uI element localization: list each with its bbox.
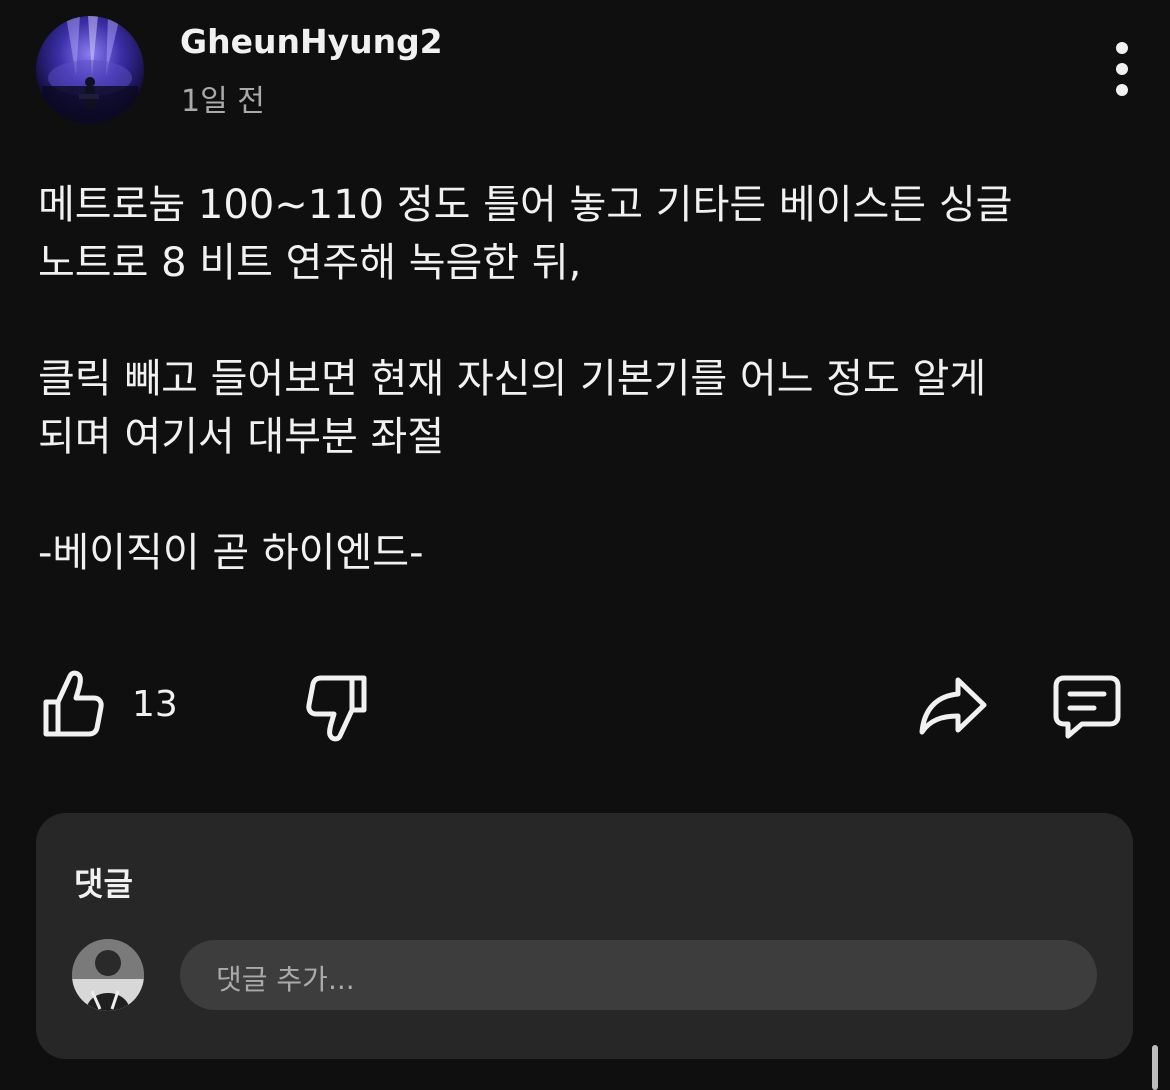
more-options-button[interactable] <box>1100 36 1144 102</box>
post-timestamp: 1일 전 <box>181 84 265 119</box>
comment-input[interactable]: 댓글 추가... <box>180 940 1097 1010</box>
comment-icon <box>1053 675 1121 739</box>
user-avatar <box>72 939 144 1011</box>
post-body-line: 메트로눔 100~110 정도 틀어 놓고 기타든 베이스든 싱글 <box>38 182 1013 228</box>
post-body-line: 클릭 빼고 들어보면 현재 자신의 기본기를 어느 정도 알게 <box>38 356 987 402</box>
post-body-line: -베이직이 곧 하이엔드- <box>38 530 424 576</box>
like-count: 13 <box>132 684 178 725</box>
more-vertical-icon-dot <box>1116 63 1128 75</box>
more-vertical-icon-dot <box>1116 84 1128 96</box>
share-icon <box>919 677 987 735</box>
comment-input-placeholder: 댓글 추가... <box>216 963 355 996</box>
share-button[interactable] <box>916 674 990 736</box>
author-avatar[interactable] <box>36 16 144 124</box>
comments-panel: 댓글 댓글 추가... <box>36 813 1133 1059</box>
dislike-button[interactable] <box>302 672 372 744</box>
comment-button[interactable] <box>1052 674 1122 740</box>
thumbs-down-icon <box>306 675 367 742</box>
thumbs-up-icon <box>43 670 104 737</box>
post-body-line: 노트로 8 비트 연주해 녹음한 뒤, <box>38 240 582 286</box>
post-body: 메트로눔 100~110 정도 틀어 놓고 기타든 베이스든 싱글 노트로 8 … <box>38 176 1128 582</box>
post-body-line: 되며 여기서 대부분 좌절 <box>38 414 445 460</box>
comments-title: 댓글 <box>74 865 133 903</box>
author-name[interactable]: GheunHyung2 <box>180 22 443 61</box>
scrollbar[interactable] <box>1152 1045 1158 1090</box>
like-button[interactable] <box>38 668 108 740</box>
more-vertical-icon <box>1116 42 1128 54</box>
